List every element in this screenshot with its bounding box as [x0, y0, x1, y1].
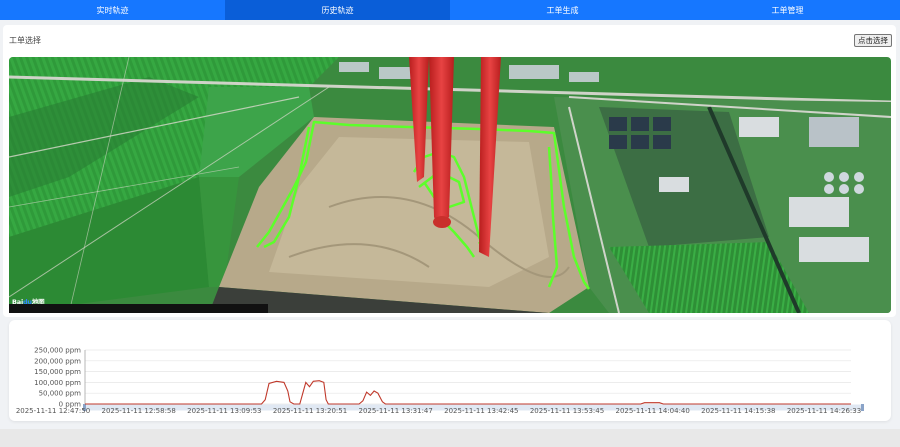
x-tick-label: 2025-11-11 12:58:58	[101, 407, 175, 415]
x-tick-label: 2025-11-11 14:04:40	[615, 407, 689, 415]
y-tick-label: 200,000 ppm	[34, 357, 81, 365]
x-tick-label: 2025-11-11 13:20:51	[273, 407, 347, 415]
concentration-chart[interactable]: 250,000 ppm 200,000 ppm 150,000 ppm 100,000…	[9, 320, 891, 421]
y-tick-label: 100,000 ppm	[34, 379, 81, 387]
select-workorder-button[interactable]: 点击选择	[854, 34, 892, 47]
zoom-handle-right	[861, 404, 864, 411]
footer-bar	[0, 429, 900, 447]
chart-card: 250,000 ppm 200,000 ppm 150,000 ppm 100,000…	[9, 320, 891, 421]
satellite-map[interactable]	[9, 57, 891, 313]
x-tick-label: 2025-11-11 13:53:45	[530, 407, 604, 415]
y-tick-label: 50,000 ppm	[39, 390, 82, 398]
map-canvas	[9, 57, 891, 313]
x-tick-label: 2025-11-11 13:42:45	[444, 407, 518, 415]
x-tick-label: 2025-11-11 13:09:53	[187, 407, 261, 415]
x-tick-label: 2025-11-11 13:31:47	[358, 407, 432, 415]
panel-title: 工单选择	[9, 36, 41, 45]
tab-history-track[interactable]: 历史轨迹	[225, 0, 450, 20]
tab-workorder-manage[interactable]: 工单管理	[675, 0, 900, 20]
y-tick-label: 250,000 ppm	[34, 347, 81, 355]
tab-realtime-track[interactable]: 实时轨迹	[0, 0, 225, 20]
x-tick-label: 2025-11-11 14:26:33	[787, 407, 861, 415]
tab-workorder-create[interactable]: 工单生成	[450, 0, 675, 20]
top-navigation: 实时轨迹 历史轨迹 工单生成 工单管理	[0, 0, 900, 20]
y-tick-label: 150,000 ppm	[34, 368, 81, 376]
series-line	[85, 380, 851, 405]
map-copyright-bar	[9, 304, 268, 313]
x-tick-label: 2025-11-11 14:15:38	[701, 407, 775, 415]
x-tick-label: 2025-11-11 12:47:50	[16, 407, 90, 415]
